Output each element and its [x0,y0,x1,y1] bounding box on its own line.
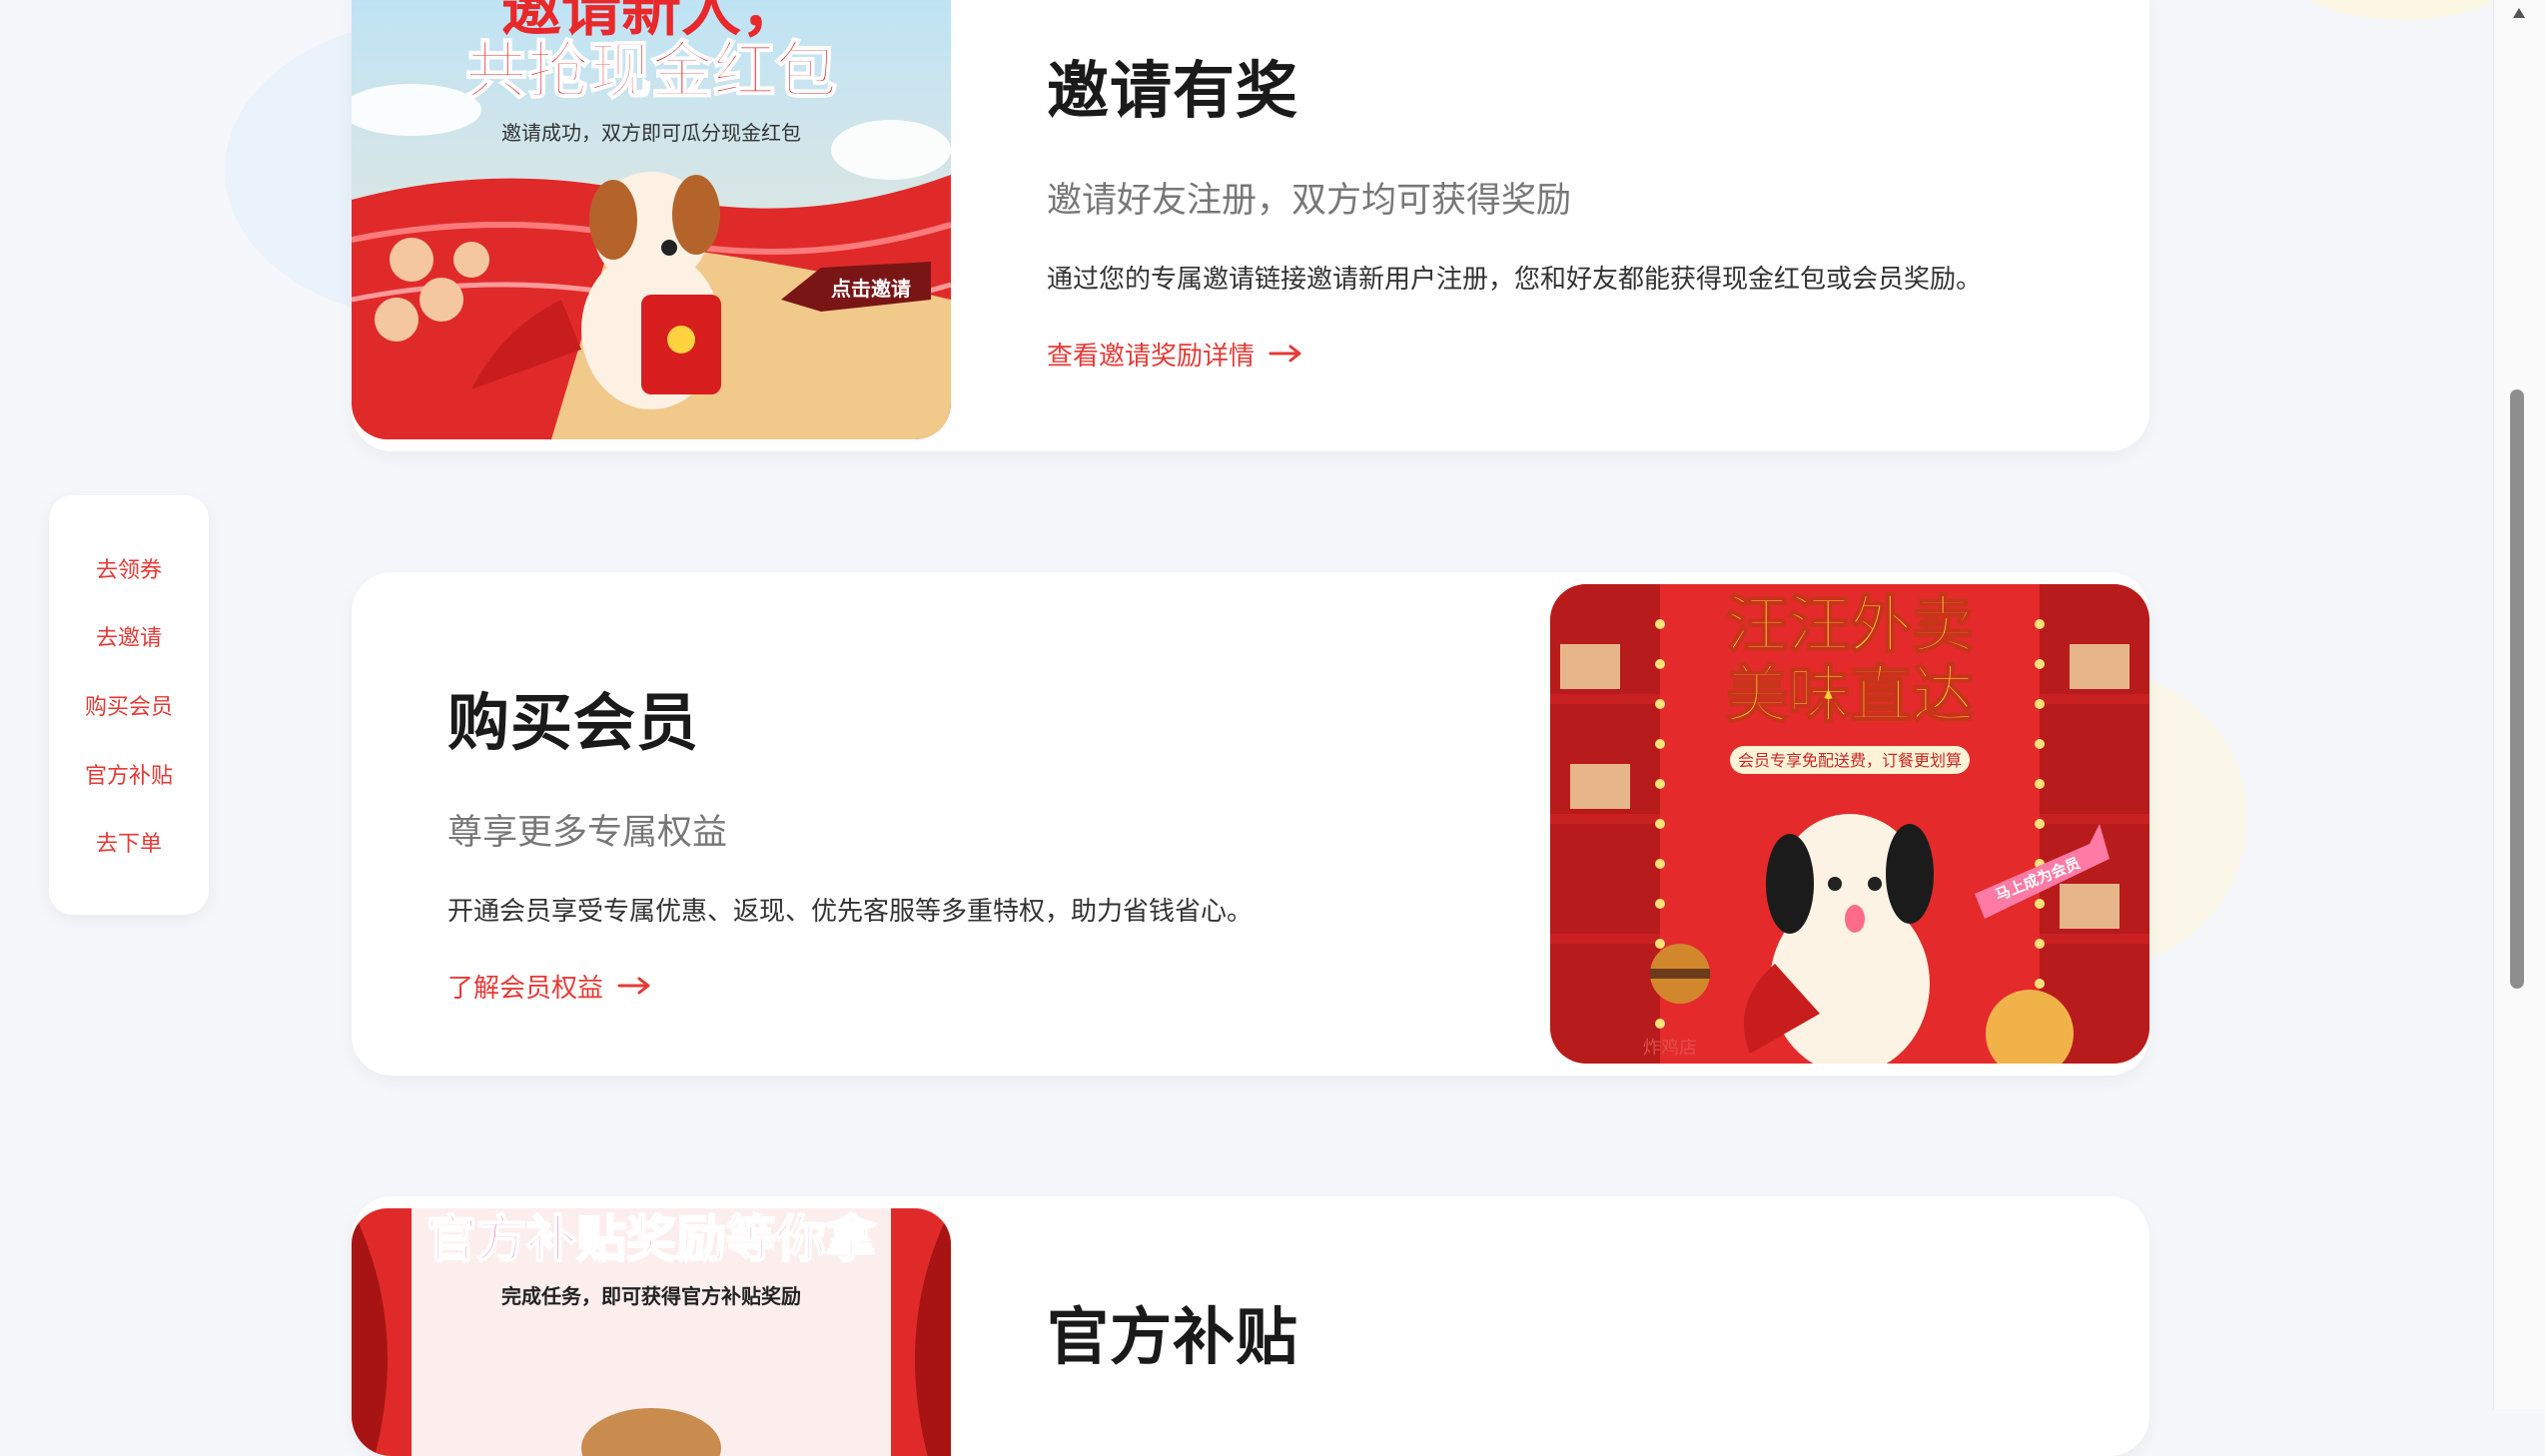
invite-banner-caption: 邀请成功，双方即可瓜分现金红包 [501,121,801,145]
side-nav-item-coupon[interactable]: 去领券 [96,552,162,584]
invite-title: 邀请有奖 [1047,54,1299,127]
side-nav: 去领券 去邀请 购买会员 官方补贴 去下单 [49,495,209,915]
membership-text-block: 购买会员 尊享更多专属权益 开通会员享受专属优惠、返现、优先客服等多重特权，助力… [447,672,1253,1005]
membership-benefits-link[interactable]: 了解会员权益 [447,968,651,1005]
side-nav-item-membership[interactable]: 购买会员 [85,689,173,721]
membership-benefits-link-label: 了解会员权益 [447,974,604,1004]
membership-banner-headline-2: 美味直达 [1726,658,1974,731]
membership-card: 购买会员 尊享更多专属权益 开通会员享受专属优惠、返现、优先客服等多重特权，助力… [352,572,2149,1076]
side-nav-item-order[interactable]: 去下单 [96,826,162,858]
membership-banner-sign: 炸鸡店 [1643,1038,1697,1059]
subsidy-banner-image[interactable]: 官方补贴奖励等你拿 完成任务，即可获得官方补贴奖励 [352,1208,951,1456]
arrow-right-icon [1269,340,1302,369]
subsidy-banner-headline: 官方补贴奖励等你拿 [426,1210,876,1268]
side-nav-item-subsidy[interactable]: 官方补贴 [85,758,173,790]
vertical-scrollbar[interactable] [2493,0,2545,1409]
caret-up-icon[interactable] [2512,4,2526,23]
membership-subtitle: 尊享更多专属权益 [447,813,728,853]
invite-details-link[interactable]: 查看邀请奖励详情 [1047,336,1302,372]
subsidy-card: 官方补贴奖励等你拿 完成任务，即可获得官方补贴奖励 官方补贴 [352,1196,2149,1456]
membership-description: 开通会员享受专属优惠、返现、优先客服等多重特权，助力省钱省心。 [447,897,1254,927]
invite-description: 通过您的专属邀请链接邀请新用户注册，您和好友都能获得现金红包或会员奖励。 [1047,265,1983,295]
membership-banner-caption: 会员专享免配送费，订餐更划算 [1738,751,1962,770]
invite-banner-headline: 共抢现金红包 [465,34,837,107]
subsidy-banner-caption: 完成任务，即可获得官方补贴奖励 [501,1284,801,1308]
membership-banner-image[interactable]: 汪汪外卖 美味直达 会员专享免配送费，订餐更划算 马上成为会员 炸鸡店 [1550,584,2149,1064]
side-nav-item-invite[interactable]: 去邀请 [96,620,162,652]
background-blob-yellow-top [2287,0,2517,20]
svg-text:点击邀请: 点击邀请 [831,277,911,301]
arrow-right-icon [617,972,651,1002]
invite-card: 点击邀请 邀请新人， 共抢现金红包 邀请成功，双方即可瓜分现金红包 邀请有奖 邀… [352,0,2149,451]
invite-text-block: 邀请有奖 邀请好友注册，双方均可获得奖励 通过您的专属邀请链接邀请新用户注册，您… [1047,40,1982,372]
subsidy-title: 官方补贴 [1047,1300,1299,1373]
invite-banner-image[interactable]: 点击邀请 邀请新人， 共抢现金红包 邀请成功，双方即可瓜分现金红包 [352,0,951,439]
invite-details-link-label: 查看邀请奖励详情 [1047,342,1256,371]
subsidy-text-block: 官方补贴 [1047,1286,1298,1376]
scrollbar-thumb[interactable] [2510,389,2524,989]
invite-subtitle: 邀请好友注册，双方均可获得奖励 [1047,181,1572,221]
membership-title: 购买会员 [447,686,700,759]
membership-banner-headline-1: 汪汪外卖 [1726,588,1974,661]
